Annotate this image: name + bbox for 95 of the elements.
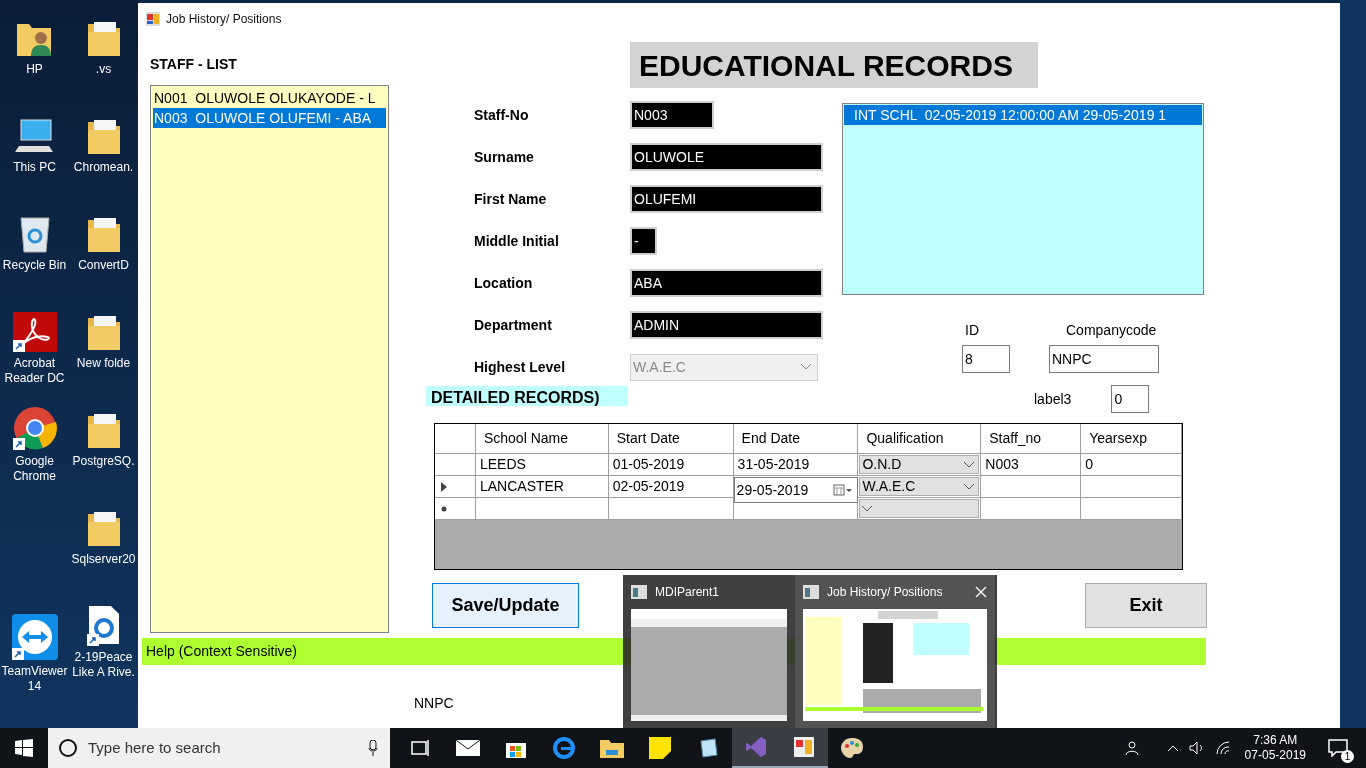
date-picker[interactable]: 29-05-2019 [733,477,859,503]
text-field[interactable]: N003 [630,101,714,129]
desktop-icon-label[interactable]: ConvertD [69,258,138,273]
window-app-icon [803,585,819,599]
company-code-label: Companycode [1066,321,1158,340]
column-header[interactable]: End Date [733,424,859,453]
table-cell-text: LEEDS [479,455,526,474]
browser-icon [12,406,57,450]
field-label: Middle Initial [474,231,560,251]
folder-icon [600,738,624,758]
action-button[interactable]: Exit [1085,583,1207,628]
text-field[interactable]: OLUWOLE [630,143,823,171]
microphone-icon [368,740,378,756]
action-button[interactable]: Save/Update [432,583,579,628]
desktop-icon-label[interactable]: New folde [69,356,138,371]
chevron-down-icon [862,505,873,512]
app-icon [146,12,160,26]
window-title: Job History/ Positions [166,11,282,28]
calendar-icon [833,484,854,496]
window-app-icon [631,585,647,599]
table-cell-text: N003 [985,455,1019,474]
table-cell-text: 01-05-2019 [612,455,685,474]
staff-list-item[interactable]: N003 OLUWOLE OLUFEMI - ABA [153,108,386,128]
wifi-icon[interactable] [1214,741,1231,755]
id-field[interactable]: 8 [962,345,1010,373]
close-icon[interactable] [975,586,987,598]
chevron-down-icon [964,461,975,468]
notification-count: 1 [1341,750,1354,763]
qualification-dropdown[interactable]: O.N.D [859,455,980,474]
notepad-icon [697,737,719,759]
taskbar-app[interactable] [780,728,828,768]
label3-label: label3 [1034,390,1072,409]
window-app-icon [793,736,815,758]
staff-list[interactable]: N001 OLUWOLE OLUKAYODE - L N003 OLUWOLE OLUFEMI - ABA [150,85,389,633]
preview-title: Job History/ Positions [827,584,944,601]
field-label: Surname [474,147,535,167]
id-label: ID [965,321,980,340]
desktop-icon-label[interactable]: Recycle Bin [0,258,69,273]
search-field[interactable]: Type here to search [48,728,390,768]
mail-icon [456,740,480,756]
footer-text: NNPC [414,694,455,713]
window-preview[interactable]: Job History/ Positions [795,575,995,728]
palette-icon [840,737,864,759]
text-field[interactable]: OLUFEMI [630,185,823,213]
search-icon [58,738,78,758]
browser-icon [553,737,575,759]
field-label: Department [474,315,553,335]
text-field[interactable]: - [630,227,657,255]
windows-logo-icon[interactable] [15,739,33,757]
desktop-icon-label[interactable]: Chromean. [69,160,138,175]
desktop-icon-label[interactable]: This PC [0,160,69,175]
section-title: EDUCATIONAL RECORDS [630,42,1038,88]
company-code-field[interactable]: NNPC [1049,345,1159,373]
staff-list-item[interactable]: N001 OLUWOLE OLUKAYODE - L [153,88,386,108]
qualification-dropdown[interactable]: W.A.E.C [859,477,980,496]
column-header[interactable]: Start Date [608,424,734,453]
desktop-icon-label[interactable]: HP [0,62,69,77]
table-cell-text: 0 [1085,455,1093,474]
staff-list-label: STAFF - LIST [150,55,238,74]
column-header[interactable]: Qualification [858,424,982,453]
arrows-icon [11,614,58,660]
desktop-icon-label[interactable]: Acrobat Reader DC [0,356,69,386]
chevron-down-icon [964,483,975,490]
column-header[interactable]: Yearsexp [1081,424,1182,453]
text-field[interactable]: ADMIN [630,311,823,339]
records-list[interactable]: INT SCHL 02-05-2019 12:00:00 AM 29-05-2019 1 [842,103,1204,295]
column-header[interactable]: School Name [475,424,609,453]
desktop-icon-label[interactable]: Google Chrome [0,454,69,484]
column-header[interactable]: Staff_no [981,424,1082,453]
desktop-icon-label[interactable]: Sqlserver20 [69,552,138,567]
chevron-down-icon [801,364,811,370]
chevron-up-icon[interactable] [1166,744,1179,752]
field-label: First Name [474,189,548,209]
pdf-icon [12,312,57,352]
new-row-icon [441,505,447,512]
clock[interactable]: 7:36 AM 07-05-2019 [1244,733,1306,763]
desktop-icon-label[interactable]: TeamViewer 14 [0,664,69,694]
field-label: Staff-No [474,105,530,125]
desktop-icon-label[interactable]: .vs [69,62,138,77]
field-label: Location [474,273,534,293]
table-cell-text: LANCASTER [479,477,564,496]
preview-title: MDIParent1 [655,584,721,601]
section-heading: DETAILED RECORDS) [426,386,628,406]
table-cell-text: 31-05-2019 [737,455,810,474]
infinity-icon [745,736,767,758]
speaker-icon[interactable] [1188,741,1205,755]
field-label: Highest Level [474,357,567,377]
desktop-icon-label[interactable]: PostgreSQ. [69,454,138,469]
note-icon [649,737,671,759]
label3-field[interactable]: 0 [1111,385,1150,413]
desktop-icon-label[interactable]: 2-19Peace Like A Rive. [69,650,138,680]
records-list-item[interactable]: INT SCHL 02-05-2019 12:00:00 AM 29-05-2019 1 [844,105,1202,125]
table-cell-text: 02-05-2019 [612,477,685,496]
text-field[interactable]: ABA [630,269,823,297]
task-view-icon [410,739,430,757]
